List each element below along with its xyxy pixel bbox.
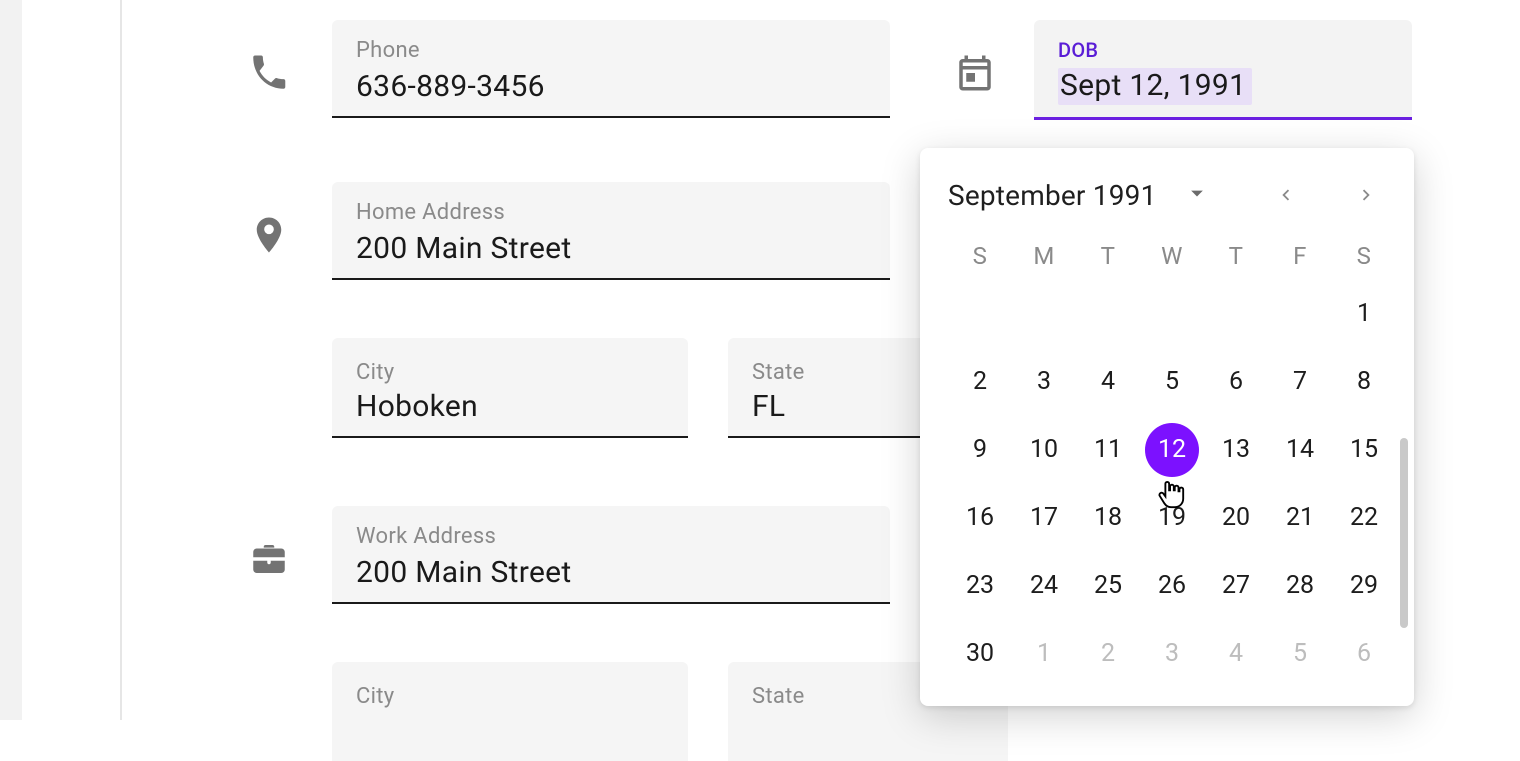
calendar-day[interactable]: 26 [1140,562,1204,610]
calendar-day[interactable]: 4 [1076,358,1140,406]
calendar-day-empty [1204,290,1268,338]
calendar-day-empty [1012,290,1076,338]
window-scrollbar-gutter [0,0,22,720]
field-value: 200 Main Street [356,231,866,266]
calendar-day[interactable]: 6 [1332,630,1396,678]
calendar-day[interactable]: 4 [1204,630,1268,678]
briefcase-icon [248,538,290,580]
calendar-day[interactable]: 21 [1268,494,1332,542]
calendar-day[interactable]: 1 [1012,630,1076,678]
calendar-day[interactable]: 5 [1268,630,1332,678]
calendar-grid: SMTWTFS123456789101112131415161718192021… [948,242,1386,678]
city-field-2[interactable]: City [332,662,688,761]
calendar-day[interactable]: 22 [1332,494,1396,542]
phone-field[interactable]: Phone 636-889-3456 [332,20,890,118]
calendar-dow: S [1332,242,1396,270]
calendar-dow: S [948,242,1012,270]
chevron-down-icon[interactable] [1183,179,1211,211]
calendar-day[interactable]: 5 [1140,358,1204,406]
calendar-day[interactable]: 2 [948,358,1012,406]
calendar-day[interactable]: 14 [1268,426,1332,474]
contact-form: Phone 636-889-3456 DOB Sept 12, 1991 Hom… [122,0,1520,720]
calendar-day[interactable]: 3 [1012,358,1076,406]
city-field[interactable]: City Hoboken [332,338,688,438]
calendar-dow: M [1012,242,1076,270]
calendar-day-empty [1076,290,1140,338]
calendar-day[interactable]: 30 [948,630,1012,678]
calendar-day[interactable]: 25 [1076,562,1140,610]
calendar-day[interactable]: 23 [948,562,1012,610]
field-label: Phone [356,38,866,63]
field-label: City [356,684,664,709]
calendar-day[interactable]: 7 [1268,358,1332,406]
work-address-field[interactable]: Work Address 200 Main Street [332,506,890,604]
home-address-field[interactable]: Home Address 200 Main Street [332,182,890,280]
calendar-day[interactable]: 10 [1012,426,1076,474]
location-pin-icon [248,214,290,256]
calendar-day[interactable]: 13 [1204,426,1268,474]
calendar-day[interactable]: 17 [1012,494,1076,542]
calendar-day[interactable]: 8 [1332,358,1396,406]
calendar-day[interactable]: 18 [1076,494,1140,542]
field-value [356,713,664,749]
calendar-day[interactable]: 1 [1332,290,1396,338]
field-value: 200 Main Street [356,555,866,590]
calendar-scrollbar-thumb[interactable] [1400,438,1408,628]
calendar-day[interactable]: 2 [1076,630,1140,678]
field-value [752,713,984,749]
calendar-day-empty [948,290,1012,338]
calendar-month-year[interactable]: September 1991 [948,179,1157,212]
calendar-dow: T [1076,242,1140,270]
field-value: 636-889-3456 [356,69,866,104]
next-month-button[interactable] [1346,175,1386,215]
field-label: Work Address [356,524,866,549]
field-label: DOB [1058,38,1388,62]
calendar-day[interactable]: 19 [1140,494,1204,542]
calendar-dow: W [1140,242,1204,270]
calendar-dow: F [1268,242,1332,270]
calendar-day[interactable]: 24 [1012,562,1076,610]
phone-icon [248,52,290,94]
calendar-day[interactable]: 15 [1332,426,1396,474]
calendar-day[interactable]: 27 [1204,562,1268,610]
calendar-day-empty [1140,290,1204,338]
calendar-day[interactable]: 16 [948,494,1012,542]
date-picker-popover: September 1991 SMTWTFS123456789101112131… [920,148,1414,706]
calendar-day[interactable]: 20 [1204,494,1268,542]
calendar-icon [954,52,996,94]
prev-month-button[interactable] [1266,175,1306,215]
calendar-day[interactable]: 29 [1332,562,1396,610]
calendar-day[interactable]: 28 [1268,562,1332,610]
field-value: Hoboken [356,389,664,424]
calendar-dow: T [1204,242,1268,270]
calendar-day[interactable]: 9 [948,426,1012,474]
field-label: City [356,360,664,385]
calendar-day[interactable]: 11 [1076,426,1140,474]
calendar-day-empty [1268,290,1332,338]
field-value: Sept 12, 1991 [1058,68,1252,105]
dob-field[interactable]: DOB Sept 12, 1991 [1034,20,1412,120]
calendar-day[interactable]: 12 [1140,426,1204,474]
field-label: Home Address [356,200,866,225]
calendar-day[interactable]: 6 [1204,358,1268,406]
calendar-day[interactable]: 3 [1140,630,1204,678]
